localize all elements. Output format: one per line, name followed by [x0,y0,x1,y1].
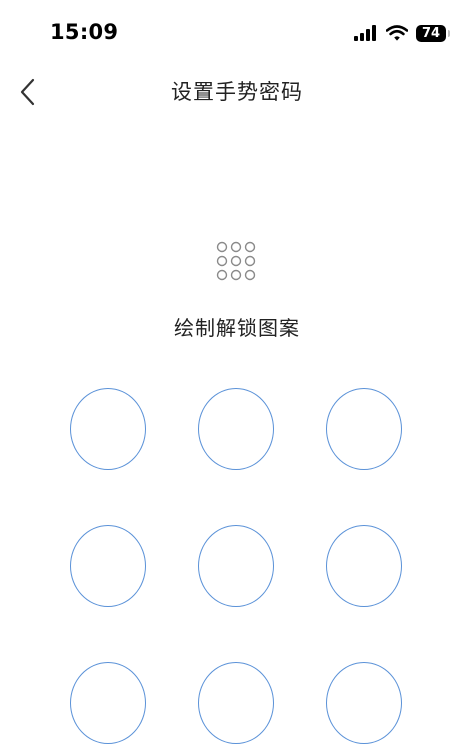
preview-dot [244,269,256,281]
preview-dot [216,241,228,253]
status-icons: 74 [354,22,450,44]
pattern-dots-icon [216,241,256,281]
preview-dot [244,241,256,253]
pattern-node-1[interactable] [70,388,146,470]
pattern-node-2[interactable] [198,388,274,470]
pattern-node-4[interactable] [70,525,146,607]
status-time: 15:09 [50,20,119,44]
preview-dot [230,269,242,281]
pattern-node-3[interactable] [326,388,402,470]
preview-dot [216,269,228,281]
status-bar: 15:09 74 [0,0,474,64]
signal-icon [354,25,378,41]
preview-dot [230,241,242,253]
pattern-node-6[interactable] [326,525,402,607]
navigation-bar: 设置手势密码 [0,64,474,120]
preview-dot [216,255,228,267]
pattern-node-5[interactable] [198,525,274,607]
pattern-node-9[interactable] [326,662,402,744]
battery-level: 74 [421,25,441,41]
draw-pattern-prompt: 绘制解锁图案 [174,316,300,340]
preview-dot [244,255,256,267]
wifi-icon [386,25,408,41]
page-title: 设置手势密码 [171,80,303,104]
battery-icon: 74 [416,24,450,42]
pattern-preview [216,241,256,281]
pattern-node-7[interactable] [70,662,146,744]
preview-dot [230,255,242,267]
pattern-node-8[interactable] [198,662,274,744]
